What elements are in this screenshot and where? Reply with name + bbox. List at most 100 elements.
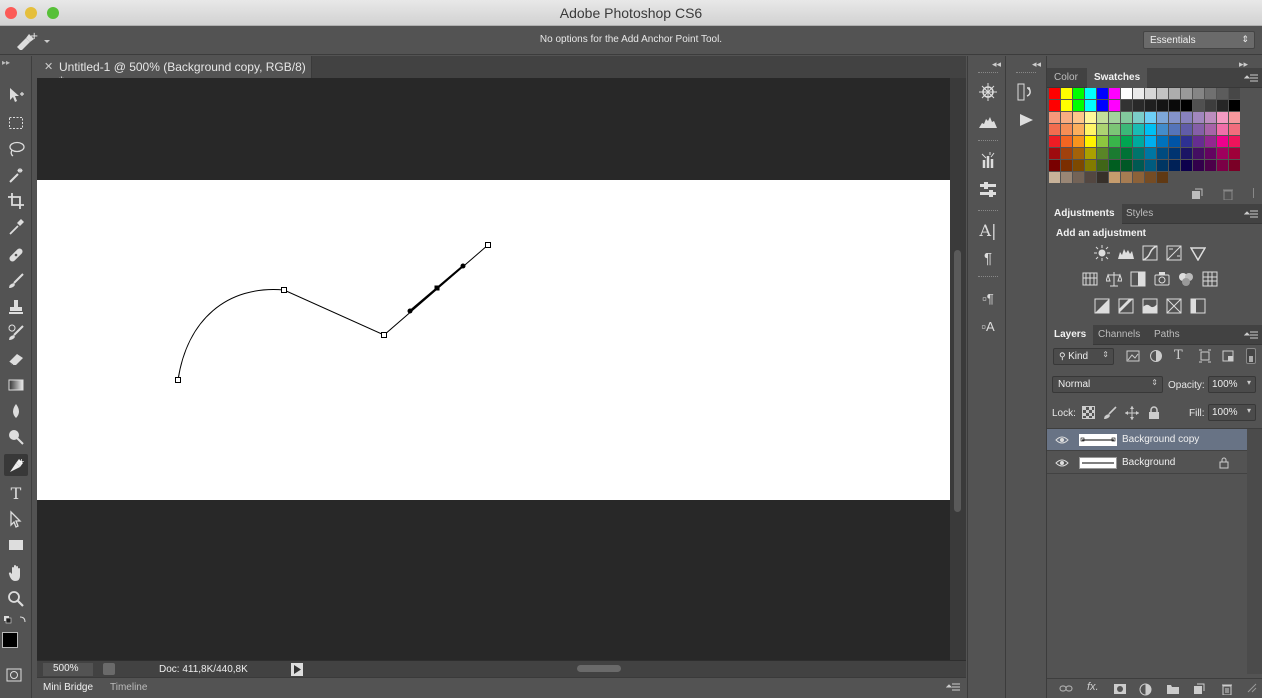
- brush-presets-button[interactable]: [976, 150, 1000, 170]
- swatch[interactable]: [1229, 88, 1240, 99]
- new-adjustment-layer-icon[interactable]: [1139, 683, 1152, 698]
- swatch[interactable]: [1217, 100, 1228, 111]
- swatch[interactable]: [1145, 112, 1156, 123]
- crop-tool[interactable]: [4, 190, 28, 212]
- tab-channels[interactable]: Channels: [1091, 325, 1147, 345]
- layer-name[interactable]: Background copy: [1122, 434, 1199, 445]
- direction-handle[interactable]: [460, 263, 466, 269]
- swatch[interactable]: [1157, 100, 1168, 111]
- eraser-tool[interactable]: [4, 348, 28, 370]
- swatch[interactable]: [1121, 160, 1132, 171]
- swatch[interactable]: [1073, 88, 1084, 99]
- swatch[interactable]: [1145, 124, 1156, 135]
- swatch[interactable]: [1049, 100, 1060, 111]
- swatch[interactable]: [1085, 160, 1096, 171]
- direction-handle[interactable]: [407, 308, 413, 314]
- swatch[interactable]: [1061, 100, 1072, 111]
- anchor-point[interactable]: [381, 332, 387, 338]
- swatch[interactable]: [1205, 148, 1216, 159]
- blend-mode-select[interactable]: Normal ⇕: [1052, 376, 1163, 393]
- swatch[interactable]: [1097, 88, 1108, 99]
- swatch[interactable]: [1085, 88, 1096, 99]
- tab-paths[interactable]: Paths: [1147, 325, 1187, 345]
- swatch[interactable]: [1157, 136, 1168, 147]
- brush-tool[interactable]: [4, 270, 28, 292]
- visibility-eye-icon[interactable]: [1055, 434, 1069, 449]
- opacity-field[interactable]: 100% ▾: [1208, 376, 1256, 393]
- swatch[interactable]: [1193, 160, 1204, 171]
- close-document-icon[interactable]: ✕: [44, 60, 53, 73]
- swatch[interactable]: [1061, 124, 1072, 135]
- swatch[interactable]: [1061, 88, 1072, 99]
- swatch[interactable]: [1145, 172, 1156, 183]
- swatch[interactable]: [1121, 172, 1132, 183]
- status-info-icon[interactable]: [103, 663, 115, 675]
- work-path[interactable]: [37, 180, 950, 500]
- paragraph-styles-button[interactable]: ▫¶: [976, 288, 1000, 308]
- tab-adjustments[interactable]: Adjustments: [1047, 204, 1122, 224]
- vibrance-button[interactable]: [1189, 244, 1207, 262]
- lock-transparent-pixels-icon[interactable]: [1082, 406, 1095, 422]
- swatch[interactable]: [1157, 88, 1168, 99]
- filter-smart-object-icon[interactable]: [1221, 349, 1235, 366]
- swatch[interactable]: [1109, 160, 1120, 171]
- levels-button[interactable]: [1117, 244, 1135, 262]
- swatch[interactable]: [1157, 112, 1168, 123]
- swatch[interactable]: [1169, 124, 1180, 135]
- swatch[interactable]: [1061, 136, 1072, 147]
- delete-layer-icon[interactable]: [1221, 683, 1233, 698]
- swatch[interactable]: [1181, 148, 1192, 159]
- swatch[interactable]: [1085, 124, 1096, 135]
- character-styles-button[interactable]: ▫A: [976, 316, 1000, 336]
- filter-adjustment-icon[interactable]: [1149, 349, 1163, 366]
- lock-image-pixels-icon[interactable]: [1103, 406, 1117, 423]
- swatch[interactable]: [1181, 88, 1192, 99]
- swatch[interactable]: [1157, 172, 1168, 183]
- swatch[interactable]: [1109, 112, 1120, 123]
- swap-colors[interactable]: [3, 614, 29, 626]
- anchor-point[interactable]: [175, 377, 181, 383]
- swatch[interactable]: [1133, 172, 1144, 183]
- filter-toggle[interactable]: [1246, 348, 1256, 364]
- swatch[interactable]: [1097, 124, 1108, 135]
- swatch[interactable]: [1073, 136, 1084, 147]
- document-tab[interactable]: ✕ Untitled-1 @ 500% (Background copy, RG…: [37, 56, 312, 88]
- swatch[interactable]: [1193, 112, 1204, 123]
- swatch[interactable]: [1181, 124, 1192, 135]
- canvas[interactable]: [37, 180, 950, 500]
- panel-menu-icon[interactable]: [1243, 329, 1258, 341]
- channel-mixer-button[interactable]: [1177, 270, 1195, 288]
- layer-filter-select[interactable]: ⚲ Kind ⇕: [1053, 348, 1114, 365]
- invert-button[interactable]: [1093, 297, 1111, 315]
- clone-source-button[interactable]: [976, 180, 1000, 200]
- swatch[interactable]: [1109, 124, 1120, 135]
- swatch[interactable]: [1205, 100, 1216, 111]
- horizontal-scroll-thumb[interactable]: [577, 665, 621, 672]
- curves-button[interactable]: [1141, 244, 1159, 262]
- swatch[interactable]: [1085, 100, 1096, 111]
- tab-layers[interactable]: Layers: [1047, 325, 1094, 345]
- foreground-color[interactable]: [2, 632, 18, 648]
- new-swatch-icon[interactable]: [1191, 188, 1203, 203]
- swatch[interactable]: [1193, 124, 1204, 135]
- paragraph-panel-button[interactable]: ¶: [976, 248, 1000, 268]
- swatch[interactable]: [1169, 88, 1180, 99]
- swatch[interactable]: [1097, 112, 1108, 123]
- tab-styles[interactable]: Styles: [1119, 204, 1160, 224]
- filter-type-icon[interactable]: T: [1174, 348, 1183, 363]
- swatch[interactable]: [1049, 124, 1060, 135]
- tab-mini-bridge[interactable]: Mini Bridge: [43, 682, 93, 693]
- swatch[interactable]: [1085, 172, 1096, 183]
- panel-menu-icon[interactable]: [1243, 72, 1258, 84]
- swatch[interactable]: [1109, 172, 1120, 183]
- swatch[interactable]: [1121, 112, 1132, 123]
- swatch[interactable]: [1133, 136, 1144, 147]
- swatch[interactable]: [1217, 88, 1228, 99]
- swatch[interactable]: [1061, 112, 1072, 123]
- tab-color[interactable]: Color: [1047, 68, 1085, 88]
- tab-swatches[interactable]: Swatches: [1087, 68, 1148, 88]
- swatch[interactable]: [1205, 124, 1216, 135]
- swatch[interactable]: [1097, 136, 1108, 147]
- swatch[interactable]: [1061, 172, 1072, 183]
- hand-tool[interactable]: [4, 562, 28, 584]
